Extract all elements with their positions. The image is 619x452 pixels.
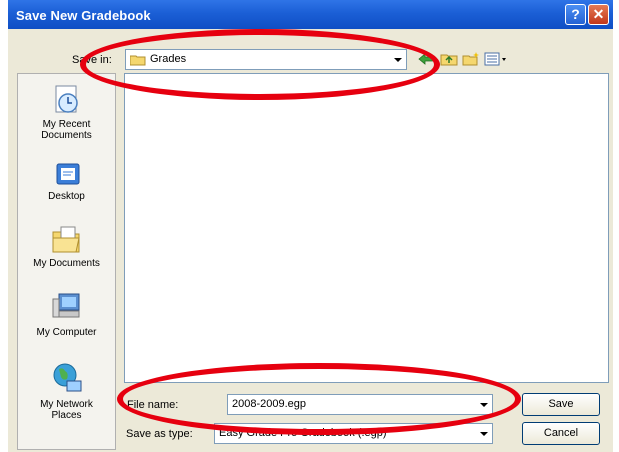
place-label-line1: Desktop [48,191,85,202]
file-name-label: File name: [127,399,179,411]
place-label-line2: Places [51,410,82,421]
place-label-line2: Documents [41,130,92,141]
save-as-type-dropdown[interactable]: Easy Grade Pro Gradebook (.egp) [214,423,493,444]
recent-documents-icon [55,85,78,113]
chevron-down-icon[interactable] [389,51,405,68]
file-name-field[interactable]: 2008-2009.egp [227,394,493,415]
places-bar: My Recent Documents Desktop My Documents [17,73,116,450]
place-label-line1: My Recent [42,119,91,130]
folder-icon [130,55,146,66]
place-label-line1: My Documents [33,258,100,269]
desktop-icon [56,163,79,185]
save-as-type-value: Easy Grade Pro Gradebook (.egp) [219,427,387,439]
save-in-label: Save in: [72,54,112,66]
chevron-down-icon[interactable] [475,396,491,413]
help-button[interactable]: ? [565,4,586,25]
new-folder-icon[interactable] [462,52,480,66]
save-button[interactable]: Save [522,393,600,416]
file-list-area[interactable] [124,73,609,383]
place-label-line1: My Computer [36,327,97,338]
place-my-documents[interactable]: My Documents [18,222,115,269]
window-title: Save New Gradebook [16,8,151,23]
save-in-dropdown[interactable]: Grades [125,49,407,70]
my-computer-icon [52,293,79,318]
place-desktop[interactable]: Desktop [18,161,115,202]
cancel-button[interactable]: Cancel [522,422,600,445]
save-as-type-label: Save as type: [126,428,193,440]
file-name-value: 2008-2009.egp [232,398,307,410]
up-folder-icon[interactable] [440,52,458,66]
place-my-recent-documents[interactable]: My Recent Documents [18,83,115,141]
save-in-value: Grades [150,53,187,65]
title-bar[interactable]: Save New Gradebook ? ✕ [8,0,613,29]
place-my-network-places[interactable]: My Network Places [18,359,115,421]
close-button[interactable]: ✕ [588,4,609,25]
view-menu-icon[interactable] [484,52,508,66]
my-documents-icon [52,226,80,253]
network-places-icon [53,363,81,392]
back-arrow-icon[interactable] [417,52,435,66]
chevron-down-icon[interactable] [475,425,491,442]
save-dialog: Save New Gradebook ? ✕ Save in: Grades M… [8,0,613,452]
place-my-computer[interactable]: My Computer [18,291,115,338]
place-label-line1: My Network [40,399,93,410]
